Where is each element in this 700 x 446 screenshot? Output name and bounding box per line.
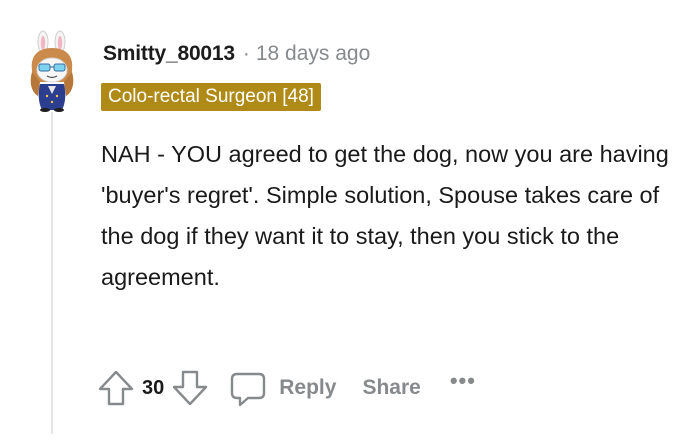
upvote-button[interactable]	[96, 368, 136, 408]
speech-bubble-icon	[231, 372, 266, 407]
share-button[interactable]: Share	[362, 376, 420, 400]
ellipsis-icon[interactable]: •••	[450, 368, 476, 394]
comment-body: NAH - YOU agreed to get the dog, now you…	[101, 141, 669, 290]
comment-timestamp[interactable]: 18 days ago	[256, 42, 370, 66]
vote-count: 30	[142, 376, 165, 399]
avatar[interactable]	[22, 30, 82, 112]
comment-header: Smitty_80013 · 18 days ago	[103, 38, 370, 70]
user-flair: Colo-rectal Surgeon [48]	[101, 83, 321, 111]
header-separator: ·	[242, 42, 250, 65]
downvote-button[interactable]	[170, 368, 210, 408]
reply-button[interactable]: Reply	[228, 368, 336, 408]
thread-line[interactable]	[51, 112, 53, 434]
arrow-down-icon	[173, 370, 208, 406]
comment-actions: 30 Reply Share •••	[96, 366, 476, 410]
author-username[interactable]: Smitty_80013	[103, 42, 235, 66]
reply-label: Reply	[279, 376, 337, 399]
snoo-avatar-icon	[30, 30, 74, 112]
arrow-up-icon	[98, 370, 134, 406]
